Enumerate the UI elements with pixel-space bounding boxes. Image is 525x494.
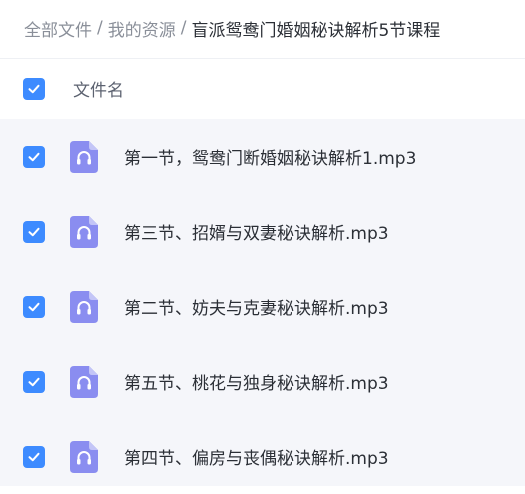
check-icon: [28, 152, 40, 161]
file-checkbox[interactable]: [23, 220, 45, 243]
breadcrumb: 全部文件 / 我的资源 / 盲派鸳鸯门婚姻秘诀解析5节课程: [0, 0, 525, 56]
file-name[interactable]: 第四节、偏房与丧偶秘诀解析.mp3: [124, 444, 389, 469]
breadcrumb-all-files[interactable]: 全部文件: [24, 16, 92, 41]
check-icon: [28, 84, 40, 93]
audio-file-icon: [70, 290, 98, 323]
audio-file-icon: [70, 215, 98, 248]
file-name[interactable]: 第三节、招婿与双妻秘诀解析.mp3: [124, 219, 389, 244]
check-icon: [28, 227, 40, 236]
audio-file-icon: [70, 365, 98, 398]
file-checkbox[interactable]: [23, 295, 45, 318]
select-all-checkbox[interactable]: [23, 77, 45, 100]
breadcrumb-separator: /: [97, 18, 103, 38]
file-row[interactable]: 第四节、偏房与丧偶秘诀解析.mp3: [0, 419, 525, 494]
check-icon: [28, 377, 40, 386]
file-list: 第一节，鸳鸯门断婚姻秘诀解析1.mp3 第三节、招婿与双妻秘诀解析.mp3 第二…: [0, 119, 525, 486]
file-checkbox[interactable]: [23, 445, 45, 468]
file-row[interactable]: 第二节、妨夫与克妻秘诀解析.mp3: [0, 269, 525, 344]
file-list-header: 文件名: [0, 58, 525, 118]
file-checkbox[interactable]: [23, 370, 45, 393]
file-name[interactable]: 第二节、妨夫与克妻秘诀解析.mp3: [124, 294, 389, 319]
column-header-filename[interactable]: 文件名: [73, 76, 124, 101]
file-row[interactable]: 第五节、桃花与独身秘诀解析.mp3: [0, 344, 525, 419]
check-icon: [28, 452, 40, 461]
file-row[interactable]: 第三节、招婿与双妻秘诀解析.mp3: [0, 194, 525, 269]
breadcrumb-current-folder: 盲派鸳鸯门婚姻秘诀解析5节课程: [191, 20, 441, 41]
check-icon: [28, 302, 40, 311]
breadcrumb-my-resources[interactable]: 我的资源: [108, 16, 176, 41]
file-row[interactable]: 第一节，鸳鸯门断婚姻秘诀解析1.mp3: [0, 119, 525, 194]
file-checkbox[interactable]: [23, 145, 45, 168]
file-name[interactable]: 第一节，鸳鸯门断婚姻秘诀解析1.mp3: [124, 144, 416, 169]
audio-file-icon: [70, 140, 98, 173]
file-name[interactable]: 第五节、桃花与独身秘诀解析.mp3: [124, 369, 389, 394]
breadcrumb-separator: /: [180, 18, 187, 38]
audio-file-icon: [70, 440, 98, 473]
